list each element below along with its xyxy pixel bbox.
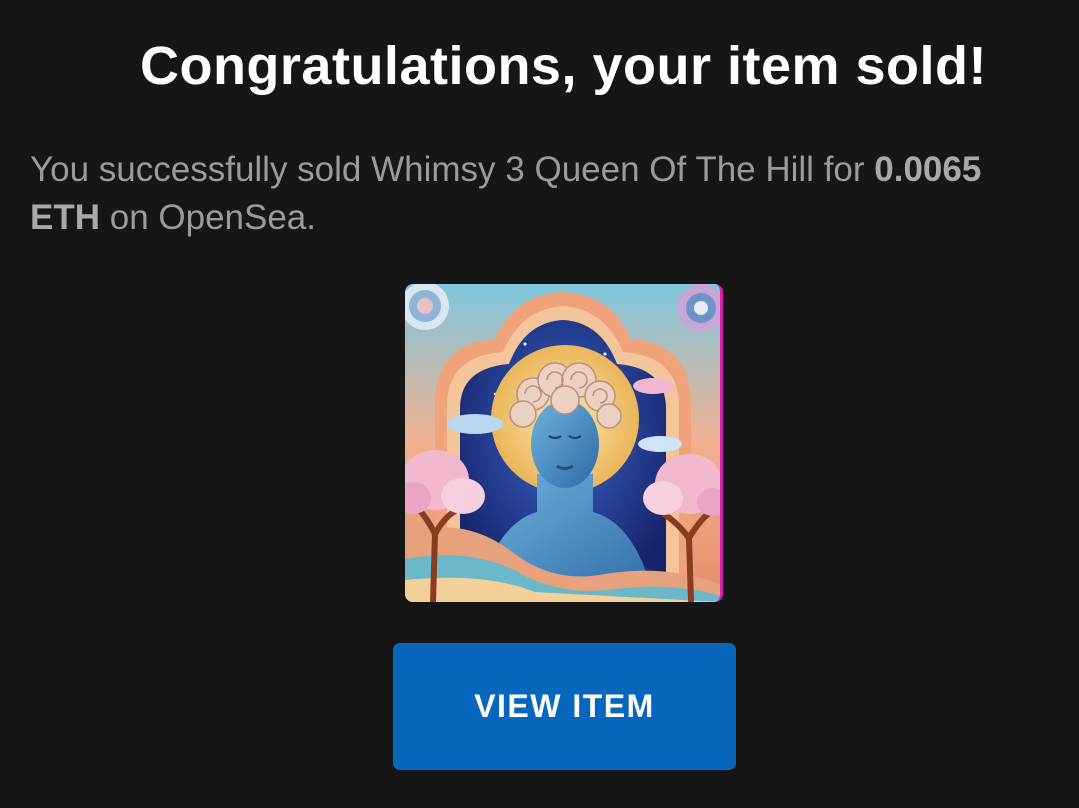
nft-artwork-image[interactable] [405, 284, 723, 602]
sale-notification-screen: Congratulations, your item sold! You suc… [0, 0, 1079, 808]
message-prefix: You successfully sold [30, 150, 372, 189]
item-name: Whimsy 3 Queen Of The Hill [371, 150, 814, 189]
sale-message: You successfully sold Whimsy 3 Queen Of … [30, 146, 1050, 242]
view-item-button[interactable]: VIEW ITEM [393, 643, 736, 770]
message-for: for [813, 150, 875, 189]
page-title: Congratulations, your item sold! [139, 36, 988, 96]
message-suffix: on OpenSea. [100, 198, 316, 237]
